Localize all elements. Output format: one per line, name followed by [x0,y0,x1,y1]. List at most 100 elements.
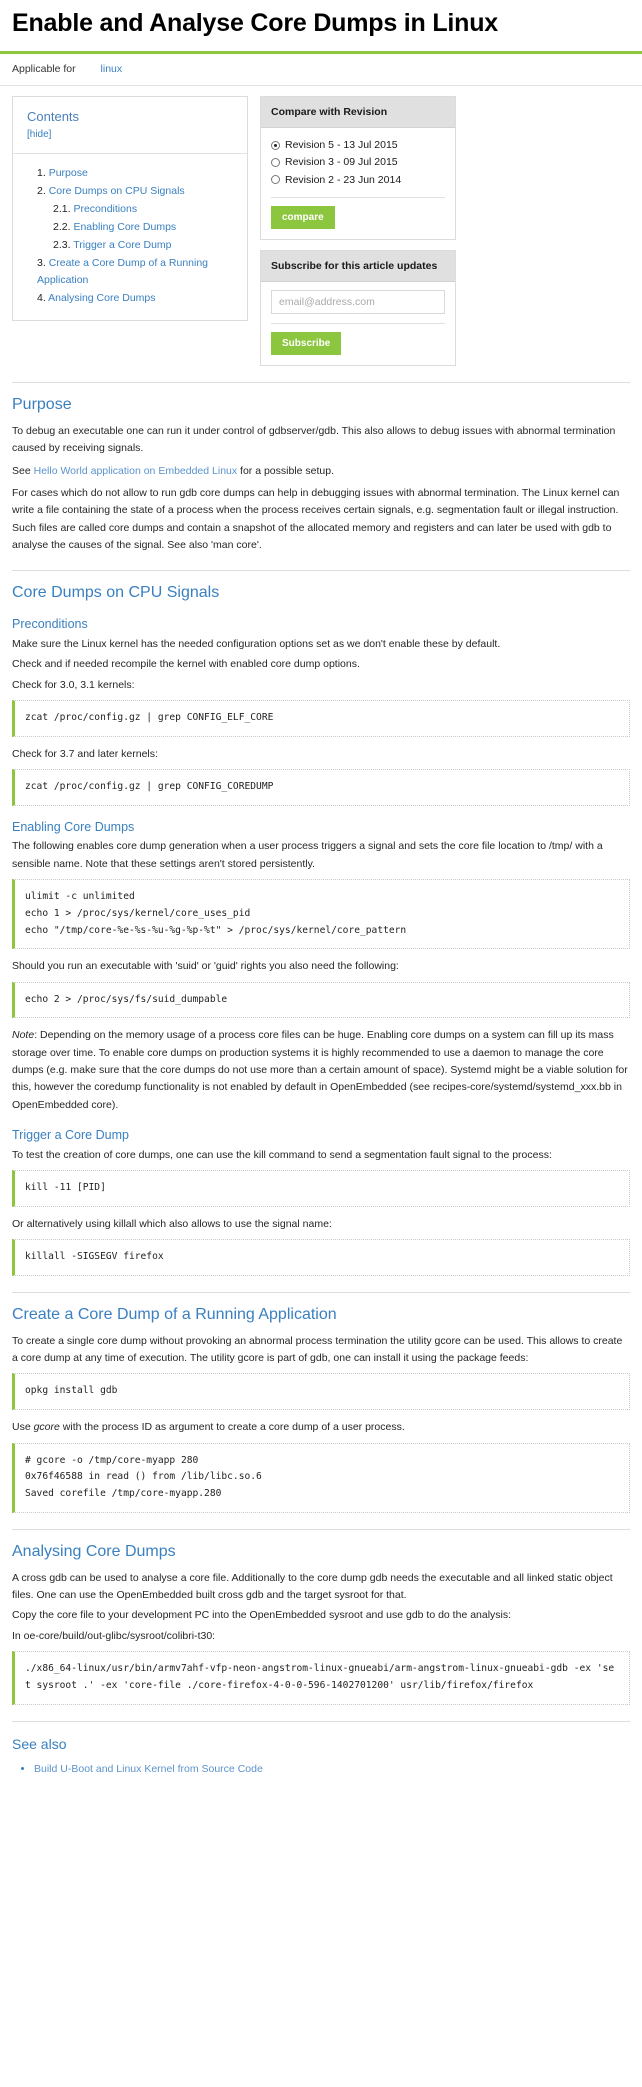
preconditions-paragraph-1: Make sure the Linux kernel has the neede… [12,637,501,650]
toc-item: Create a Core Dump of a Running Applicat… [37,255,237,289]
preconditions-paragraph-4: Check for 3.7 and later kernels: [12,747,158,760]
sidebar-widgets: Compare with Revision Revision 5 - 13 Ju… [260,95,456,367]
compare-revision-title: Compare with Revision [261,96,455,129]
use-suffix: with the process ID as argument to creat… [59,1421,405,1434]
divider [12,570,630,572]
revision-option-label: Revision 3 - 09 Jul 2015 [285,156,398,169]
enabling-paragraph-1: The following enables core dump generati… [12,840,603,870]
analysing-paragraph-2: Copy the core file to your development P… [12,1609,512,1622]
divider [12,1720,630,1722]
link-hello-world-application[interactable]: Hello World application on Embedded Linu… [34,465,238,477]
heading-core-dumps-on-cpu-signals: Core Dumps on CPU Signals [12,584,220,602]
subscribe-email-input[interactable] [271,290,445,315]
heading-create-core-dump: Create a Core Dump of a Running Applicat… [12,1305,337,1323]
toc-subitem: Trigger a Core Dump [53,237,237,254]
toc-header: Contents [hide] [13,97,247,154]
divider [271,323,445,325]
toc-link-preconditions[interactable]: Preconditions [53,203,137,215]
revision-option-3[interactable]: Revision 3 - 09 Jul 2015 [271,154,445,170]
purpose-paragraph-3: For cases which do not allow to run gdb … [12,487,620,551]
heading-purpose: Purpose [12,396,72,414]
see-prefix: See [12,464,34,477]
subscribe-widget: Subscribe for this article updates Subsc… [260,249,456,367]
toc-link-enabling-core-dumps[interactable]: Enabling Core Dumps [53,221,176,233]
revision-option-2[interactable]: Revision 2 - 23 Jun 2014 [271,172,445,188]
toc-item: Core Dumps on CPU Signals Preconditions … [37,183,237,254]
purpose-paragraph-2: See Hello World application on Embedded … [12,463,630,480]
code-block-cross-gdb-command: ./x86_64-linux/usr/bin/armv7ahf-vfp-neon… [12,1651,630,1705]
toc-link-purpose[interactable]: Purpose [37,167,88,179]
revision-option-label: Revision 2 - 23 Jun 2014 [285,173,402,186]
purpose-paragraph-1: To debug an executable one can run it un… [12,425,616,455]
heading-see-also: See also [12,1735,67,1752]
subscribe-body: Subscribe [261,282,455,365]
code-block-gcore-output: # gcore -o /tmp/core-myapp 280 0x76f4658… [12,1442,630,1513]
compare-revision-body: Revision 5 - 13 Jul 2015 Revision 3 - 09… [261,128,455,239]
table-of-contents: Contents [hide] Purpose Core Dumps on CP… [12,95,248,321]
toc-link-create-a-core-dump[interactable]: Create a Core Dump of a Running Applicat… [37,257,208,286]
toc-sublist: Preconditions Enabling Core Dumps Trigge… [37,201,237,254]
page-title: Enable and Analyse Core Dumps in Linux [12,9,499,37]
toc-hide-toggle[interactable]: [hide] [27,127,233,143]
applicable-for-label: Applicable for [12,62,76,75]
link-build-uboot-and-linux-kernel[interactable]: Build U-Boot and Linux Kernel from Sourc… [34,1763,263,1775]
toc-item: Analysing Core Dumps [37,290,237,307]
analysing-paragraph-3: In oe-core/build/out-glibc/sysroot/colib… [12,1629,216,1642]
divider [271,196,445,198]
toc-link-trigger-a-core-dump[interactable]: Trigger a Core Dump [53,239,172,251]
code-block-check-elf-core: zcat /proc/config.gz | grep CONFIG_ELF_C… [12,699,630,737]
list-item: Build U-Boot and Linux Kernel from Sourc… [34,1761,630,1777]
compare-button[interactable]: compare [271,205,335,229]
applicable-for-bar: Applicable for linux [0,54,642,86]
revision-option-5[interactable]: Revision 5 - 13 Jul 2015 [271,137,445,153]
heading-enabling-core-dumps: Enabling Core Dumps [12,819,135,834]
toc-link-analysing-core-dumps[interactable]: Analysing Core Dumps [37,292,156,304]
toc-link-core-dumps-on-cpu-signals[interactable]: Core Dumps on CPU Signals [37,185,185,197]
preconditions-paragraph-3: Check for 3.0, 3.1 kernels: [12,678,135,691]
radio-icon[interactable] [271,157,280,167]
page-header: Enable and Analyse Core Dumps in Linux [0,0,642,49]
code-block-opkg-install-gdb: opkg install gdb [12,1373,630,1411]
radio-icon[interactable] [271,175,280,185]
heading-analysing-core-dumps: Analysing Core Dumps [12,1542,176,1560]
subscribe-button[interactable]: Subscribe [271,332,342,356]
code-block-enable-core-dumps: ulimit -c unlimited echo 1 > /proc/sys/k… [12,878,630,950]
divider [12,1291,630,1293]
create-dump-paragraph-1: To create a single core dump without pro… [12,1334,623,1365]
heading-preconditions: Preconditions [12,617,88,632]
preconditions-paragraph-2: Check and if needed recompile the kernel… [12,658,360,671]
note-label: Note [12,1029,35,1042]
see-also-list: Build U-Boot and Linux Kernel from Sourc… [12,1761,630,1777]
toc-item: Purpose [37,165,237,182]
toc-subitem: Enabling Core Dumps [53,219,237,236]
analysing-paragraph-1: A cross gdb can be used to analyse a cor… [12,1571,613,1602]
toc-list: Purpose Core Dumps on CPU Signals Precon… [23,165,237,307]
gcore-emphasis: gcore [33,1421,60,1434]
article-page: Enable and Analyse Core Dumps in Linux A… [0,0,642,1792]
enabling-note: Note: Depending on the memory usage of a… [12,1027,630,1114]
toc-subitem: Preconditions [53,201,237,218]
compare-revision-widget: Compare with Revision Revision 5 - 13 Ju… [260,95,456,240]
note-text: : Depending on the memory usage of a pro… [12,1029,628,1111]
divider [12,382,630,384]
applicable-for-tag-linux[interactable]: linux [101,63,123,75]
heading-trigger-a-core-dump: Trigger a Core Dump [12,1127,129,1142]
revision-option-label: Revision 5 - 13 Jul 2015 [285,139,398,152]
trigger-paragraph-2: Or alternatively using killall which als… [12,1217,332,1230]
code-block-check-coredump: zcat /proc/config.gz | grep CONFIG_CORED… [12,768,630,806]
see-suffix: for a possible setup. [237,464,335,477]
code-block-kill-pid: kill -11 [PID] [12,1169,630,1207]
top-region: Contents [hide] Purpose Core Dumps on CP… [0,86,642,367]
toc-title: Contents [27,108,80,124]
code-block-killall-sigsegv: killall -SIGSEGV firefox [12,1239,630,1276]
divider [12,1528,630,1530]
article-content: Purpose To debug an executable one can r… [0,382,642,1778]
enabling-paragraph-2: Should you run an executable with 'suid'… [12,960,399,973]
trigger-paragraph-1: To test the creation of core dumps, one … [12,1148,552,1161]
create-dump-paragraph-2: Use gcore with the process ID as argumen… [12,1419,630,1436]
subscribe-title: Subscribe for this article updates [261,250,455,283]
use-prefix: Use [12,1421,34,1434]
radio-icon[interactable] [271,140,280,150]
toc-body: Purpose Core Dumps on CPU Signals Precon… [13,154,247,320]
code-block-suid-dumpable: echo 2 > /proc/sys/fs/suid_dumpable [12,981,630,1019]
